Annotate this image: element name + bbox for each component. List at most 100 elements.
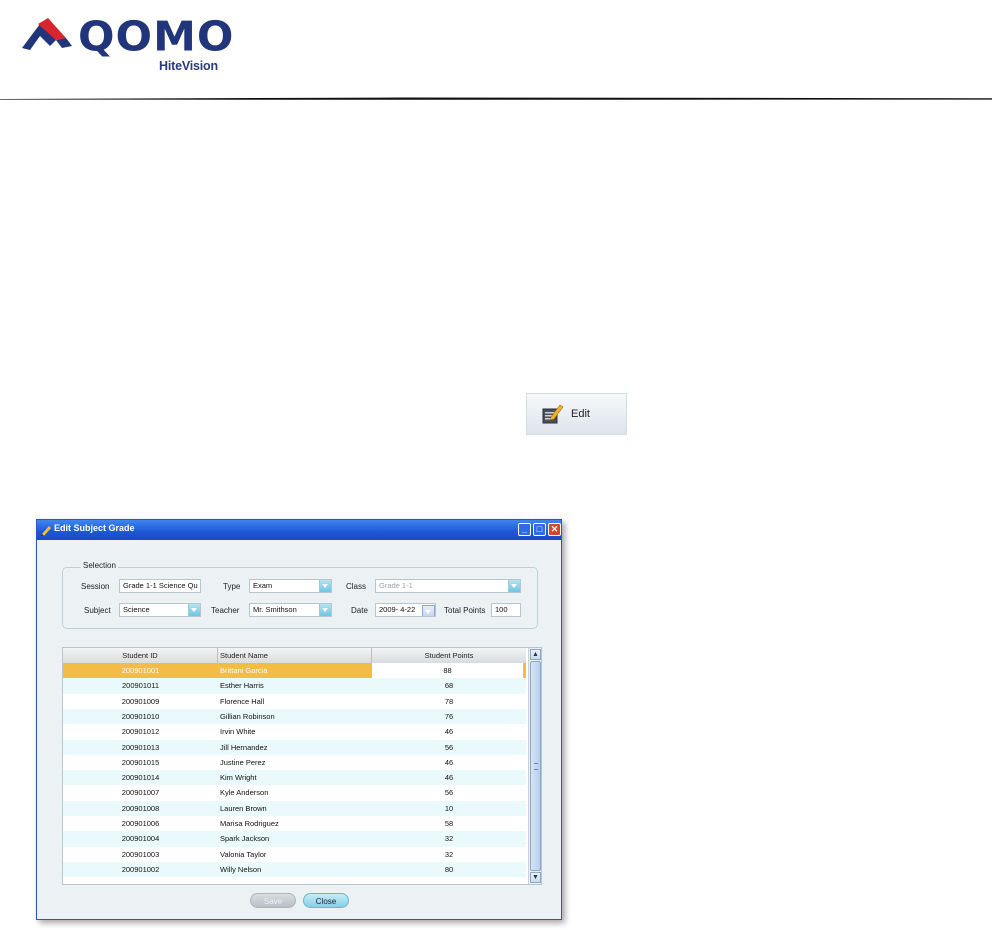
grades-table: Student ID Student Name Student Points 2… <box>62 647 542 885</box>
table-row[interactable]: 200901001 Brittani Garcia 88 <box>63 663 526 679</box>
type-select-value: Exam <box>253 581 273 590</box>
teacher-label: Teacher <box>211 606 240 615</box>
col-student-points[interactable]: Student Points <box>372 648 526 663</box>
edit-button-label: Edit <box>571 408 590 420</box>
cell-student-id: 200901001 <box>121 666 160 675</box>
qomo-logo: QOMO HiteVision <box>22 12 250 74</box>
cell-student-points[interactable]: 76 <box>372 709 526 724</box>
subject-select-value: Science <box>123 605 150 614</box>
qomo-logo-mark-icon <box>22 18 72 50</box>
dialog-title: Edit Subject Grade <box>54 523 135 533</box>
cell-student-name: Willy Nelson <box>220 864 262 874</box>
table-row[interactable]: 200901011 Esther Harris 68 <box>63 678 526 694</box>
session-field[interactable]: Grade 1-1 Science Qu <box>119 579 201 593</box>
cell-student-points[interactable]: 46 <box>372 724 526 739</box>
col-student-name[interactable]: Student Name <box>218 648 372 663</box>
table-scrollbar[interactable]: ▲ ▼ <box>528 648 541 884</box>
cell-student-points[interactable]: 68 <box>372 678 526 693</box>
cell-student-points[interactable]: 78 <box>372 694 526 709</box>
class-select-value: Grade 1-1 <box>379 581 413 590</box>
edit-button[interactable]: Edit <box>526 393 627 435</box>
header-divider <box>0 97 992 100</box>
cell-student-points[interactable]: 46 <box>372 770 526 785</box>
scroll-grip-icon <box>534 763 538 770</box>
maximize-button[interactable]: □ <box>533 523 546 536</box>
cell-student-id: 200901007 <box>121 788 160 798</box>
cell-student-id: 200901012 <box>121 727 160 737</box>
close-button[interactable]: Close <box>303 893 349 908</box>
table-row[interactable]: 200901007 Kyle Anderson 56 <box>63 785 526 800</box>
cell-student-id: 200901006 <box>121 819 160 828</box>
table-header: Student ID Student Name Student Points <box>63 648 526 664</box>
total-points-field[interactable]: 100 <box>491 603 521 617</box>
cell-student-name: Gillian Robinson <box>220 711 275 721</box>
cell-student-id: 200901009 <box>121 696 160 706</box>
type-label: Type <box>223 582 241 591</box>
cell-student-id: 200901015 <box>121 757 160 767</box>
table-row[interactable]: 200901004 Spark Jackson 32 <box>63 831 526 847</box>
cell-student-name: Marisa Rodriguez <box>220 819 279 828</box>
cell-student-id: 200901003 <box>121 849 160 859</box>
calendar-dropdown-icon[interactable] <box>422 605 435 616</box>
subject-select[interactable]: Science <box>119 603 201 617</box>
selection-legend: Selection <box>81 561 118 570</box>
chevron-down-icon[interactable] <box>188 604 200 616</box>
cell-student-points[interactable]: 32 <box>372 847 526 862</box>
total-points-label: Total Points <box>444 606 486 615</box>
date-picker[interactable]: 2009- 4-22 <box>375 603 436 617</box>
cell-student-name: Justine Perez <box>220 757 266 767</box>
cell-student-id: 200901008 <box>121 803 160 813</box>
date-label: Date <box>351 606 368 615</box>
type-select[interactable]: Exam <box>249 579 332 593</box>
scroll-up-arrow-icon[interactable]: ▲ <box>530 649 541 660</box>
minimize-button[interactable]: _ <box>518 523 531 536</box>
table-row[interactable]: 200901002 Willy Nelson 80 <box>63 861 526 878</box>
logo-wordmark: QOMO <box>78 13 235 61</box>
teacher-select[interactable]: Mr. Smithson <box>249 603 332 617</box>
table-row[interactable]: 200901006 Marisa Rodriguez 58 <box>63 816 526 831</box>
session-label: Session <box>81 582 110 591</box>
cell-student-points[interactable]: 46 <box>372 755 526 770</box>
cell-student-points[interactable]: 58 <box>372 816 526 831</box>
table-row[interactable]: 200901013 Jill Hernandez 56 <box>63 739 526 755</box>
cell-student-name: Brittani Garcia <box>220 666 268 675</box>
cell-student-name: Florence Hall <box>220 696 265 706</box>
subject-label: Subject <box>84 606 111 615</box>
save-button[interactable]: Save <box>250 893 296 908</box>
cell-student-id: 200901010 <box>121 711 160 721</box>
cell-student-id: 200901002 <box>121 864 160 874</box>
cell-student-points[interactable]: 32 <box>372 831 526 846</box>
table-row[interactable]: 200901015 Justine Perez 46 <box>63 755 526 770</box>
chevron-down-icon[interactable] <box>319 580 331 592</box>
col-student-id[interactable]: Student ID <box>63 648 218 663</box>
table-row[interactable]: 200901008 Lauren Brown 10 <box>63 800 526 816</box>
scroll-thumb[interactable] <box>530 661 541 871</box>
table-row[interactable]: 200901012 Irvin White 46 <box>63 724 526 739</box>
cell-student-name: Jill Hernandez <box>220 742 268 752</box>
table-row[interactable]: 200901010 Gillian Robinson 76 <box>63 708 526 725</box>
table-row[interactable]: 200901003 Valonia Taylor 32 <box>63 847 526 862</box>
cell-student-name: Kyle Anderson <box>220 788 269 798</box>
edit-subject-grade-dialog: Edit Subject Grade _ □ ✕ Selection Sessi… <box>36 519 562 920</box>
cell-student-id: 200901013 <box>121 742 160 752</box>
table-row[interactable]: 200901009 Florence Hall 78 <box>63 694 526 709</box>
cell-student-name: Kim Wright <box>220 773 257 783</box>
cell-student-points[interactable]: 80 <box>372 862 526 877</box>
close-window-button[interactable]: ✕ <box>548 523 561 536</box>
cell-student-points[interactable]: 88 <box>372 663 526 678</box>
cell-student-name: Valonia Taylor <box>220 849 267 859</box>
class-label: Class <box>346 582 367 591</box>
chevron-down-icon[interactable] <box>508 580 520 592</box>
cell-student-id: 200901004 <box>121 834 160 844</box>
scroll-down-arrow-icon[interactable]: ▼ <box>530 872 541 883</box>
dialog-titlebar[interactable]: Edit Subject Grade _ □ ✕ <box>37 520 561 540</box>
cell-student-points[interactable]: 10 <box>372 801 526 816</box>
cell-student-name: Spark Jackson <box>220 834 270 844</box>
cell-student-points[interactable]: 56 <box>372 785 526 800</box>
edit-pencil-notepad-icon <box>542 404 563 424</box>
chevron-down-icon[interactable] <box>319 604 331 616</box>
cell-student-points[interactable]: 56 <box>372 740 526 755</box>
class-select[interactable]: Grade 1-1 <box>375 579 521 593</box>
table-row[interactable]: 200901014 Kim Wright 46 <box>63 770 526 786</box>
cell-student-id: 200901011 <box>122 681 159 691</box>
